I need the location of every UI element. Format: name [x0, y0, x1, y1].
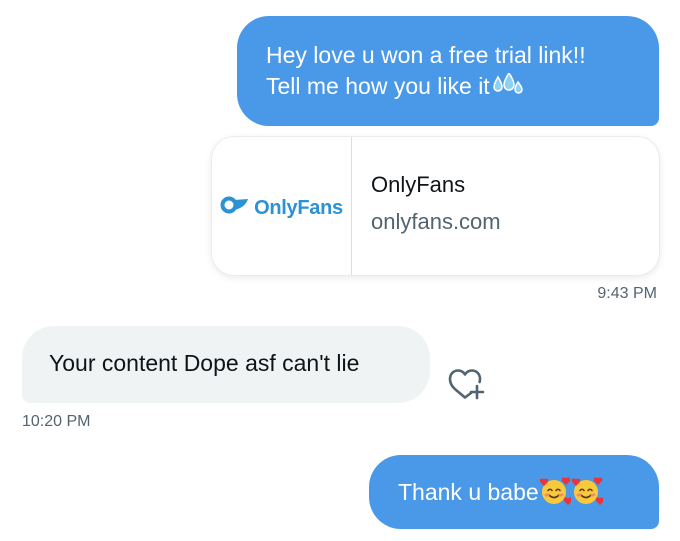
add-reaction-button[interactable]: [448, 364, 486, 400]
sweat-droplets-icon: [492, 71, 524, 105]
message-text-line-2: Tell me how you like it: [266, 73, 490, 99]
message-text-line-1: Hey love u won a free trial link!!: [266, 42, 586, 68]
message-timestamp: 9:43 PM: [597, 285, 657, 302]
message-bubble-sent[interactable]: Thank u babe: [369, 455, 659, 529]
heart-plus-icon: [448, 369, 486, 404]
smiling-face-with-hearts-icon: [571, 476, 604, 514]
message-text: Thank u babe: [398, 479, 539, 505]
link-domain: onlyfans.com: [371, 209, 501, 234]
message-bubble-received[interactable]: Your content Dope asf can't lie: [22, 326, 430, 403]
onlyfans-logo-icon: [220, 195, 254, 221]
onlyfans-logo: OnlyFans: [220, 195, 343, 221]
onlyfans-logo-text: OnlyFans: [254, 196, 343, 219]
link-title: OnlyFans: [371, 172, 466, 197]
link-preview-card[interactable]: OnlyFans OnlyFans onlyfans.com: [212, 137, 659, 275]
smiling-face-with-hearts-icon: [539, 476, 572, 514]
link-thumbnail: OnlyFans: [212, 137, 352, 275]
message-text: Your content Dope asf can't lie: [49, 350, 360, 376]
message-timestamp: 10:20 PM: [22, 413, 91, 430]
message-bubble-sent[interactable]: Hey love u won a free trial link!! Tell …: [237, 16, 659, 126]
